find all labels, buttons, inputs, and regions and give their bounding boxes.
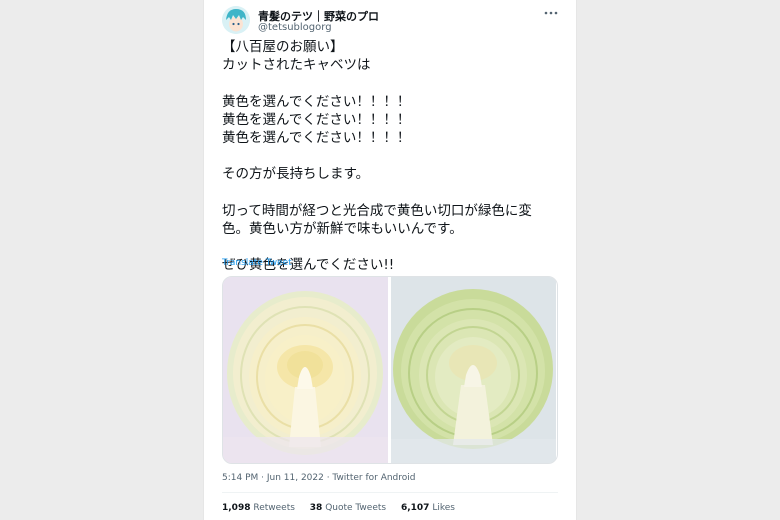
quote-tweets-count: 38 — [309, 503, 323, 513]
yellow-cut-cabbage-photo[interactable] — [223, 277, 388, 463]
green-cabbage-image — [391, 277, 556, 463]
retweets-stat[interactable]: 1,098 Retweets — [222, 503, 295, 513]
likes-count: 6,107 — [400, 503, 430, 513]
quote-tweets-stat[interactable]: 38 Quote Tweets — [310, 503, 386, 513]
tweet-card: 青髪のテツ｜野菜のプロ @tetsublogorg 【八百屋のお願い】 カットさ… — [204, 0, 576, 520]
likes-label: Likes — [432, 503, 455, 513]
tweet-timestamp[interactable]: 5:14 PM · Jun 11, 2022 · Twitter for And… — [222, 473, 416, 483]
green-cut-cabbage-photo[interactable] — [391, 277, 556, 463]
retweets-count: 1,098 — [222, 503, 251, 513]
more-horizontal-icon — [544, 11, 558, 15]
divider — [222, 492, 558, 493]
tweet-media[interactable] — [222, 276, 558, 464]
tweet-text: 【八百屋のお願い】 カットされたキャベツは 黄色を選んでください！！！！ 黄色を… — [222, 39, 532, 274]
engagement-stats: 1,098 Retweets 38 Quote Tweets 6,107 Lik… — [222, 503, 467, 513]
yellow-cabbage-image — [223, 277, 388, 463]
user-handle[interactable]: @tetsublogorg — [258, 22, 332, 33]
more-options-button[interactable] — [540, 4, 562, 22]
anime-character-avatar-icon — [222, 6, 250, 34]
likes-stat[interactable]: 6,107 Likes — [401, 503, 455, 513]
translate-tweet-link[interactable]: Translate Tweet — [222, 258, 292, 268]
quote-tweets-label: Quote Tweets — [325, 503, 387, 513]
avatar[interactable] — [222, 6, 250, 34]
retweets-label: Retweets — [253, 503, 295, 513]
